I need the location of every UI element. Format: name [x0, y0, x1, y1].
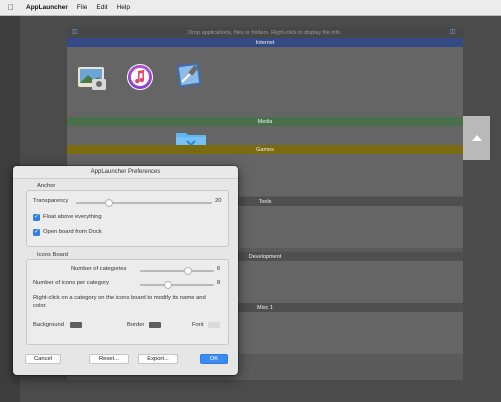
transparency-value: 20 [215, 198, 222, 204]
menu-bar:  AppLauncher File Edit Help [0, 0, 501, 16]
border-color-well[interactable] [149, 322, 161, 328]
font-label: Font [192, 322, 204, 328]
xcode-app-icon[interactable] [174, 60, 204, 90]
menu-app-name[interactable]: AppLauncher [26, 4, 68, 11]
menu-file[interactable]: File [77, 4, 87, 11]
menu-help[interactable]: Help [117, 4, 130, 11]
category-label: Development [248, 253, 282, 260]
background-color-well[interactable] [70, 322, 82, 328]
board-top-bar: ◫ Drop applications, files or folders. R… [67, 27, 463, 38]
cancel-button[interactable]: Cancel [25, 354, 61, 364]
categories-value: 6 [217, 266, 221, 272]
icons-board-group-label: Icons Board [37, 252, 68, 258]
background-label: Background [33, 322, 64, 328]
category-label: Games [256, 146, 274, 153]
open-from-dock-checkbox[interactable]: ✓ [33, 229, 40, 236]
category-label: Tools [258, 198, 272, 205]
preferences-window: AppLauncher Preferences Anchor Transpare… [13, 166, 238, 375]
icons-per-category-value: 8 [217, 280, 221, 286]
reset-button[interactable]: Reset... [89, 354, 129, 364]
apple-icon[interactable]:  [8, 3, 14, 12]
categories-label: Number of categories [71, 266, 127, 272]
collapse-right-icon[interactable]: ◫ [450, 29, 458, 35]
categories-slider-knob[interactable] [184, 267, 192, 275]
menu-edit[interactable]: Edit [96, 4, 107, 11]
icons-board-group: Number of categories 6 Number of icons p… [26, 259, 229, 345]
category-internet-body [67, 47, 463, 117]
icons-per-category-slider[interactable] [140, 284, 214, 286]
float-label: Float above everything [43, 214, 102, 220]
float-checkbox[interactable]: ✓ [33, 214, 40, 221]
board-hint: Drop applications, files or folders. Rig… [188, 29, 342, 36]
scroll-up-button[interactable] [463, 116, 490, 160]
anchor-group: Transparency 20 ✓ Float above everything… [26, 190, 229, 247]
transparency-slider[interactable] [76, 202, 212, 204]
category-label: Internet [255, 39, 275, 46]
transparency-slider-knob[interactable] [105, 199, 113, 207]
export-button[interactable]: Export... [138, 354, 178, 364]
category-media-header[interactable]: Media [67, 117, 463, 126]
open-from-dock-label: Open board from Dock [43, 229, 102, 235]
icons-per-category-slider-knob[interactable] [164, 281, 172, 289]
category-label: Misc 1 [257, 304, 273, 311]
category-label: Media [257, 118, 273, 125]
categories-slider[interactable] [140, 270, 214, 272]
itunes-app-icon[interactable] [125, 62, 155, 92]
border-label: Border [127, 322, 145, 328]
collapse-left-icon[interactable]: ◫ [72, 29, 80, 35]
transparency-label: Transparency [33, 198, 69, 204]
triangle-up-icon [471, 135, 482, 141]
font-color-well[interactable] [208, 322, 220, 328]
preview-app-icon[interactable] [76, 61, 108, 93]
anchor-group-label: Anchor [37, 183, 56, 189]
ok-button[interactable]: OK [200, 354, 228, 364]
category-internet-header[interactable]: Internet [67, 38, 463, 47]
icons-per-category-label: Number of icons per category [33, 280, 110, 286]
window-title: AppLauncher Preferences [13, 166, 238, 179]
icons-board-info: Right-click on a category on the icons b… [33, 295, 206, 309]
category-games-header[interactable]: Games [67, 145, 463, 154]
